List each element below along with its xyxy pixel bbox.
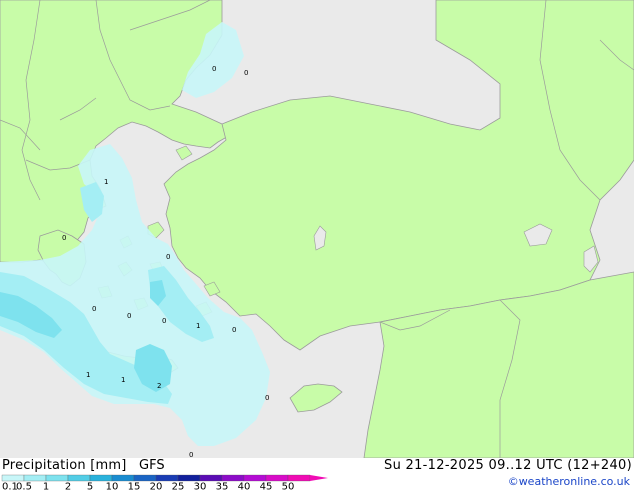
legend-tick-label: 20 — [150, 482, 163, 490]
color-scale-legend: 0.10.5 1 2 5 10 15 20 25 30 35 40 45 50 — [1, 474, 328, 490]
legend-swatch — [177, 474, 201, 482]
point-label: 0 — [62, 234, 66, 242]
legend-swatch — [287, 474, 311, 482]
point-label: 0 — [244, 69, 248, 77]
point-label: 0 — [92, 305, 96, 313]
point-label: 0 — [166, 253, 170, 261]
valid-time: Su 21-12-2025 09..12 UTC (12+240) — [384, 458, 632, 473]
point-label: 2 — [157, 382, 161, 390]
legend-tick-label: 5 — [87, 482, 93, 490]
legend-tick-label: 35 — [216, 482, 229, 490]
legend-swatch — [199, 474, 223, 482]
legend-tick-label: 45 — [260, 482, 273, 490]
legend-tick-label: 1 — [43, 482, 49, 490]
map-title: Precipitation [mm] — [2, 458, 127, 473]
point-label: 1 — [121, 376, 125, 384]
legend-tick-label: 15 — [128, 482, 141, 490]
point-label: 0 — [162, 317, 166, 325]
legend-swatch — [111, 474, 135, 482]
precipitation-map: 0 0 1 0 0 0 0 0 1 0 1 1 2 0 0 — [0, 0, 634, 458]
point-label: 0 — [127, 312, 131, 320]
legend-swatch — [23, 474, 47, 482]
legend-tick-label: 40 — [238, 482, 251, 490]
legend-tick-label: 50 — [282, 482, 295, 490]
legend-tick-label: 10 — [106, 482, 119, 490]
legend-tick-label: 2 — [65, 482, 71, 490]
point-label: 0 — [265, 394, 269, 402]
legend-swatch — [45, 474, 69, 482]
legend-swatch — [265, 474, 289, 482]
legend-swatch — [89, 474, 113, 482]
point-label: 1 — [196, 322, 200, 330]
point-label: 0 — [212, 65, 216, 73]
legend-swatch — [221, 474, 245, 482]
point-label: 0 — [232, 326, 236, 334]
legend-swatch — [243, 474, 267, 482]
legend-swatch — [133, 474, 157, 482]
legend-swatch — [67, 474, 91, 482]
model-name: GFS — [139, 458, 165, 473]
legend-overflow-arrow — [310, 475, 328, 481]
legend-swatch — [155, 474, 179, 482]
credit-link[interactable]: ©weatheronline.co.uk — [508, 475, 630, 489]
map-footer: Precipitation [mm] GFS Su 21-12-2025 09.… — [0, 458, 634, 490]
legend-swatch — [1, 474, 25, 482]
point-label: 1 — [86, 371, 90, 379]
point-label: 0 — [189, 451, 193, 458]
legend-tick-label: 0.5 — [16, 482, 32, 490]
point-label: 1 — [104, 178, 108, 186]
legend-tick-label: 25 — [172, 482, 185, 490]
legend-tick-label: 30 — [194, 482, 207, 490]
